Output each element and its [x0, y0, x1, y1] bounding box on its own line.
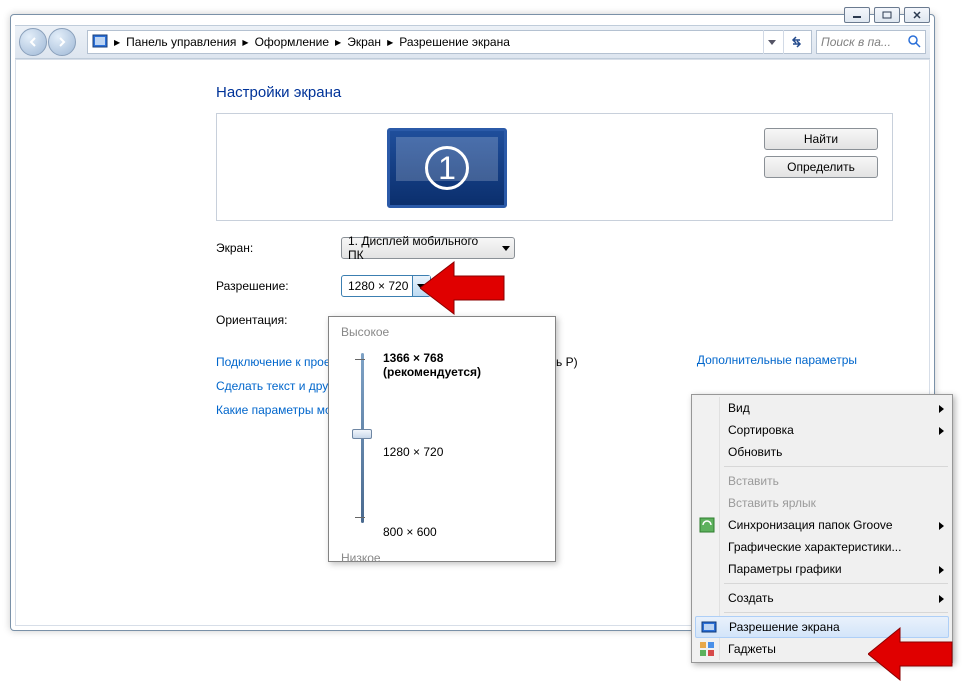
- projector-link[interactable]: Подключение к проек: [216, 355, 336, 369]
- resolution-row: Разрешение: 1280 × 720: [216, 275, 893, 297]
- screen-label: Экран:: [216, 241, 341, 255]
- ctx-sort[interactable]: Сортировка: [694, 419, 950, 441]
- ctx-paste: Вставить: [694, 470, 950, 492]
- address-bar[interactable]: ▶ Панель управления ▶ Оформление ▶ Экран…: [87, 30, 812, 54]
- menu-separator: [724, 583, 948, 584]
- groove-icon: [699, 517, 715, 533]
- projector-link-tail: ь P): [556, 355, 578, 369]
- chevron-right-icon: [939, 566, 944, 574]
- slider-low-label: Низкое: [341, 551, 543, 565]
- orientation-label: Ориентация:: [216, 313, 341, 327]
- chevron-right-icon: [939, 595, 944, 603]
- menu-separator: [724, 612, 948, 613]
- resolution-option[interactable]: 1280 × 720: [383, 445, 543, 459]
- resolution-option-recommended[interactable]: 1366 × 768 (рекомендуется): [383, 351, 543, 379]
- detect-button[interactable]: Определить: [764, 156, 878, 178]
- resolution-value: 1280 × 720: [348, 279, 408, 293]
- breadcrumb-item[interactable]: Оформление: [255, 35, 329, 49]
- chevron-right-icon: ▶: [385, 38, 395, 47]
- monitor-preview-area: 1 Найти Определить: [216, 113, 893, 221]
- control-panel-icon: [92, 34, 108, 50]
- slider-tick: [355, 517, 365, 518]
- maximize-button[interactable]: [874, 7, 900, 23]
- search-box[interactable]: Поиск в па...: [816, 30, 926, 54]
- ctx-refresh[interactable]: Обновить: [694, 441, 950, 463]
- screen-row: Экран: 1. Дисплей мобильного ПК: [216, 237, 893, 259]
- annotation-arrow-icon: [868, 626, 958, 686]
- menu-separator: [724, 466, 948, 467]
- chevron-right-icon: ▶: [333, 38, 343, 47]
- monitor-number: 1: [425, 146, 469, 190]
- ctx-graphics-characteristics[interactable]: Графические характеристики...: [694, 536, 950, 558]
- annotation-arrow-icon: [420, 258, 510, 324]
- screen-dropdown[interactable]: 1. Дисплей мобильного ПК: [341, 237, 515, 259]
- address-dropdown-button[interactable]: [763, 30, 779, 54]
- resolution-dropdown[interactable]: 1280 × 720: [341, 275, 431, 297]
- monitor-thumbnail[interactable]: 1: [387, 128, 507, 208]
- slider-thumb[interactable]: [352, 429, 372, 439]
- ctx-view[interactable]: Вид: [694, 397, 950, 419]
- nav-back-button[interactable]: [19, 28, 47, 56]
- chevron-right-icon: [939, 522, 944, 530]
- monitor-icon: [701, 620, 717, 636]
- breadcrumb-item[interactable]: Разрешение экрана: [399, 35, 510, 49]
- ctx-paste-shortcut: Вставить ярлык: [694, 492, 950, 514]
- search-placeholder: Поиск в па...: [821, 35, 891, 49]
- breadcrumb-item[interactable]: Панель управления: [126, 35, 236, 49]
- page-title: Настройки экрана: [216, 84, 893, 101]
- resolution-option[interactable]: 800 × 600: [383, 525, 543, 539]
- slider-high-label: Высокое: [341, 325, 543, 339]
- search-icon: [907, 34, 921, 51]
- ctx-groove-sync[interactable]: Синхронизация папок Groove: [694, 514, 950, 536]
- chevron-right-icon: [939, 405, 944, 413]
- ctx-graphics-params[interactable]: Параметры графики: [694, 558, 950, 580]
- ctx-create[interactable]: Создать: [694, 587, 950, 609]
- advanced-settings-link[interactable]: Дополнительные параметры: [697, 353, 857, 367]
- chevron-down-icon: [502, 246, 510, 251]
- breadcrumb-item[interactable]: Экран: [347, 35, 381, 49]
- gadgets-icon: [699, 641, 715, 657]
- titlebar: [11, 15, 934, 25]
- chevron-right-icon: ▶: [240, 38, 250, 47]
- slider-tick: [355, 359, 365, 360]
- nav-forward-button[interactable]: [48, 28, 76, 56]
- close-button[interactable]: [904, 7, 930, 23]
- desktop-context-menu: Вид Сортировка Обновить Вставить Вставит…: [691, 394, 953, 663]
- find-button[interactable]: Найти: [764, 128, 878, 150]
- minimize-button[interactable]: [844, 7, 870, 23]
- resolution-slider-popup: Высокое 1366 × 768 (рекомендуется) 1280 …: [328, 316, 556, 562]
- chevron-right-icon: ▶: [112, 38, 122, 47]
- chevron-right-icon: [939, 427, 944, 435]
- refresh-button[interactable]: [783, 30, 807, 54]
- resolution-label: Разрешение:: [216, 279, 341, 293]
- navbar: ▶ Панель управления ▶ Оформление ▶ Экран…: [15, 25, 930, 59]
